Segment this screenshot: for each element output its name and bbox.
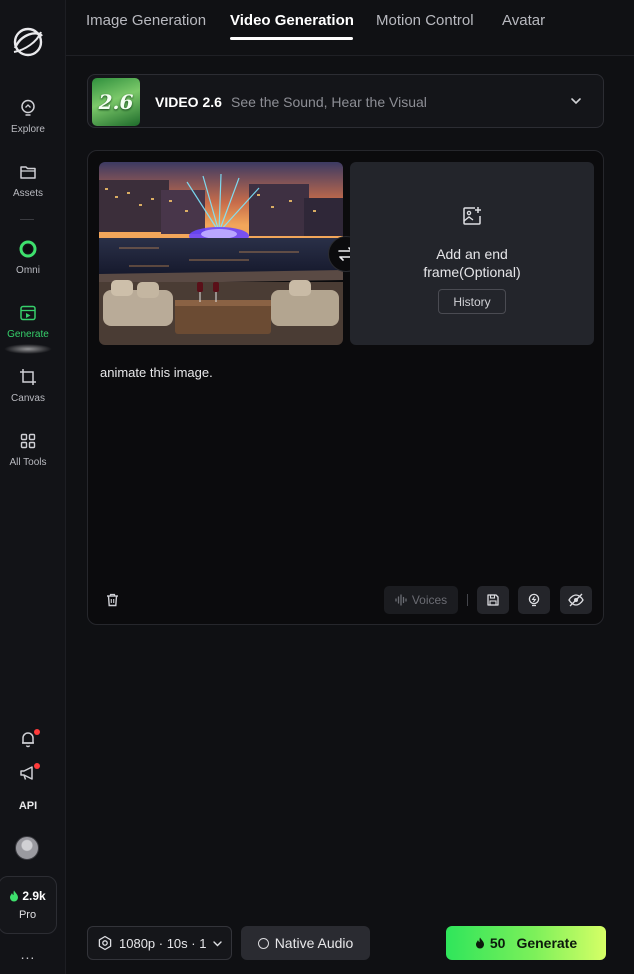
tab-motion-control[interactable]: Motion Control [376,12,474,29]
native-audio-label: Native Audio [274,935,354,951]
enhance-prompt-button[interactable] [518,586,550,614]
native-audio-toggle[interactable]: Native Audio [241,926,370,960]
toolbar-divider [467,594,468,606]
end-frame-label: Add an end frame(Optional) [350,245,594,281]
sidebar-item-explore[interactable]: Explore [0,98,56,136]
folder-icon [20,166,36,179]
sidebar-item-omni[interactable]: Omni [0,239,56,277]
settings-gear-icon [98,935,112,951]
active-tab-underline [230,37,353,40]
generate-cost: 50 [489,935,506,951]
end-frame-label-line1: Add an end [436,246,508,262]
trash-icon [106,593,118,607]
waveform-icon [395,594,407,606]
model-name: VIDEO 2.6 [155,94,222,110]
tab-video-generation[interactable]: Video Generation [230,12,354,29]
add-image-icon [463,207,481,225]
credits-value: 2.9k [22,889,46,903]
explore-bulb-icon [21,99,35,116]
sidebar-item-canvas[interactable]: Canvas [0,367,56,405]
voices-label: Voices [411,593,448,607]
start-frame-picture [99,162,343,345]
sidebar-item-generate[interactable]: Generate [0,303,56,341]
end-frame-upload[interactable]: Add an end frame(Optional) History [350,162,594,345]
prompt-input[interactable]: animate this image. [100,365,590,565]
more-menu-button[interactable]: ... [0,946,56,962]
hide-preview-button[interactable] [560,586,592,614]
sidebar-item-label: Generate [7,329,49,340]
start-frame-image[interactable] [99,162,343,345]
model-badge: 2.6 [98,90,134,114]
generate-label: Generate [516,935,578,951]
history-button[interactable]: History [438,289,506,314]
tab-image-generation[interactable]: Image Generation [86,12,206,29]
tab-bar: Image Generation Video Generation Motion… [66,0,634,56]
sidebar-item-label: Explore [11,124,45,135]
sidebar-item-label: All Tools [9,457,47,468]
sidebar-item-label: Assets [12,188,43,199]
credits-value-row: 2.9k [9,889,46,903]
sidebar-item-label: Canvas [11,393,45,404]
tab-avatar[interactable]: Avatar [502,12,545,29]
chevron-down-icon [213,940,223,946]
clear-prompt-button[interactable] [104,592,120,608]
output-settings-dropdown[interactable]: 1080p · 10s · 1 [87,926,232,960]
generate-icon [20,305,36,321]
omni-ring-icon [19,240,37,258]
grid-icon [20,433,36,449]
end-frame-label-line2: frame(Optional) [423,264,521,280]
sidebar-item-label: Omni [16,265,40,276]
sidebar-divider [20,219,34,220]
eye-off-icon [568,593,584,607]
model-tagline: See the Sound, Hear the Visual [231,94,427,110]
announcement-dot [34,763,40,769]
lightbulb-bolt-icon [528,593,540,607]
canvas-icon [20,369,36,385]
avatar[interactable] [15,836,39,860]
output-settings-value: 1080p · 10s · 1 [119,935,207,951]
chevron-down-icon [571,98,581,105]
notification-dot [34,729,40,735]
api-link[interactable]: API [0,800,56,812]
radio-circle-icon [257,937,269,949]
save-icon [487,594,499,606]
sidebar-item-assets[interactable]: Assets [0,162,56,200]
save-prompt-button[interactable] [477,586,509,614]
model-thumbnail: 2.6 [92,78,140,126]
prompt-panel: Add an end frame(Optional) History anima… [87,150,604,625]
sidebar: Explore Assets Omni Generate Canvas All … [0,0,66,974]
app-logo-icon[interactable] [11,24,45,60]
active-indicator [4,344,52,354]
sidebar-item-all-tools[interactable]: All Tools [0,431,56,469]
credits-badge[interactable]: 2.9k Pro [0,876,57,934]
model-selector[interactable]: 2.6 VIDEO 2.6 See the Sound, Hear the Vi… [87,74,604,128]
generate-button[interactable]: 50 Generate [446,926,606,960]
flame-icon [475,937,484,949]
flame-icon [10,890,19,902]
plan-label: Pro [18,909,37,921]
voices-button[interactable]: Voices [384,586,458,614]
